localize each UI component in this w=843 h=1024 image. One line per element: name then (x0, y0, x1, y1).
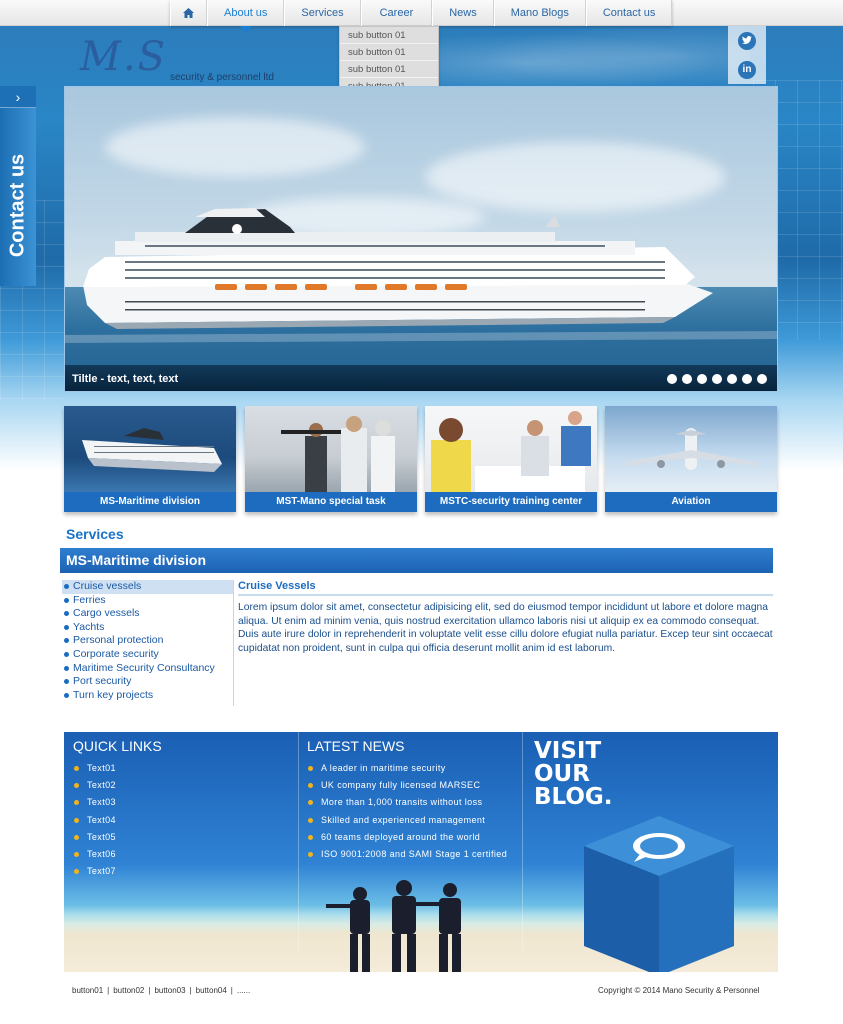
quick-link[interactable]: Text06 (73, 846, 162, 863)
services-heading: Services (66, 526, 124, 542)
hero-caption: Tiltle - text, text, text (72, 373, 179, 385)
nav-contact-us[interactable]: Contact us (585, 0, 673, 26)
service-item-personal-protection[interactable]: Personal protection (62, 634, 233, 648)
news-item[interactable]: UK company fully licensed MARSEC (307, 777, 507, 794)
news-item[interactable]: ISO 9001:2008 and SAMI Stage 1 certified (307, 846, 507, 863)
thumb-caption: MSTC-security training center (425, 492, 597, 512)
quick-link[interactable]: Text05 (73, 829, 162, 846)
slider-dot[interactable] (667, 374, 677, 384)
service-content: Cruise Vessels Lorem ipsum dolor sit ame… (238, 580, 773, 655)
home-icon (183, 8, 194, 18)
nav-news[interactable]: News (432, 0, 494, 26)
quick-link[interactable]: Text04 (73, 812, 162, 829)
soldiers-image (326, 880, 461, 972)
slider-dot[interactable] (682, 374, 692, 384)
slider-dot[interactable] (712, 374, 722, 384)
service-content-body: Lorem ipsum dolor sit amet, consectetur … (238, 602, 773, 654)
service-item-ferries[interactable]: Ferries (62, 594, 233, 608)
quick-links: QUICK LINKS Text01 Text02 Text03 Text04 … (73, 738, 162, 880)
separator: | (107, 986, 110, 995)
quick-link[interactable]: Text03 (73, 794, 162, 811)
blog-line: BLOG. (534, 784, 613, 810)
bottom-link-more[interactable]: ...... (237, 986, 250, 995)
site-logo[interactable]: M.S security & personnel ltd (80, 34, 300, 84)
linkedin-icon[interactable]: in (738, 60, 756, 79)
copyright-text: Copyright © 2014 Mano Security & Personn… (598, 986, 760, 995)
footer-panel: QUICK LINKS Text01 Text02 Text03 Text04 … (64, 732, 778, 972)
cruise-ship-image (65, 208, 777, 343)
training-image (425, 406, 597, 492)
bottom-links: button01 | button02 | button03 | button0… (72, 986, 250, 995)
social-links: in (728, 26, 766, 84)
dropdown-item[interactable]: sub button 01 (340, 27, 438, 44)
blog-line: VISIT (534, 738, 602, 764)
logo-mark: M.S (80, 34, 168, 80)
dropdown-item[interactable]: sub button 01 (340, 61, 438, 78)
maritime-image (64, 406, 236, 492)
separator: | (230, 986, 233, 995)
news-item[interactable]: A leader in maritime security (307, 760, 507, 777)
column-divider (298, 732, 299, 950)
logo-tagline: security & personnel ltd (170, 72, 274, 83)
nav-services[interactable]: Services (284, 0, 361, 26)
thumb-caption: MS-Maritime division (64, 492, 236, 512)
service-item-cruise-vessels[interactable]: Cruise vessels (62, 580, 233, 594)
quick-link[interactable]: Text01 (73, 760, 162, 777)
bottom-link-button02[interactable]: button02 (113, 986, 144, 995)
hero-slider[interactable]: Tiltle - text, text, text (64, 86, 778, 392)
bottom-link-button04[interactable]: button04 (196, 986, 227, 995)
nav-about-us[interactable]: About us (207, 0, 285, 33)
slider-dot[interactable] (727, 374, 737, 384)
latest-news: LATEST NEWS A leader in maritime securit… (307, 738, 507, 863)
service-item-maritime-consultancy[interactable]: Maritime Security Consultancy (62, 662, 233, 676)
news-item[interactable]: Skilled and experienced management (307, 812, 507, 829)
twitter-bird-icon (742, 36, 752, 44)
contact-us-label: Contact us (6, 153, 29, 258)
news-item[interactable]: More than 1,000 transits without loss (307, 794, 507, 811)
bottom-link-button01[interactable]: button01 (72, 986, 103, 995)
quick-link[interactable]: Text02 (73, 777, 162, 794)
nav-career[interactable]: Career (360, 0, 433, 26)
twitter-icon[interactable] (738, 31, 756, 50)
quick-link[interactable]: Text07 (73, 863, 162, 880)
latest-news-title: LATEST NEWS (307, 738, 405, 754)
thumb-training-center[interactable]: MSTC-security training center (425, 406, 597, 512)
blog-cube-icon[interactable] (584, 816, 734, 972)
slider-dot[interactable] (697, 374, 707, 384)
blog-line: OUR (534, 761, 590, 787)
column-divider (522, 732, 523, 950)
page: About us Services Career News Mano Blogs… (0, 0, 843, 1024)
special-task-image (245, 406, 417, 492)
service-item-corporate-security[interactable]: Corporate security (62, 648, 233, 662)
thumb-caption: MST-Mano special task (245, 492, 417, 512)
division-bar: MS-Maritime division (60, 548, 773, 573)
slider-dot[interactable] (742, 374, 752, 384)
slider-dot[interactable] (757, 374, 767, 384)
hero-caption-bar: Tiltle - text, text, text (65, 365, 777, 391)
contact-us-tab[interactable]: › Contact us (0, 86, 36, 286)
news-item[interactable]: 60 teams deployed around the world (307, 829, 507, 846)
thumb-special-task[interactable]: MST-Mano special task (245, 406, 417, 512)
separator: | (148, 986, 151, 995)
dropdown-item[interactable]: sub button 01 (340, 44, 438, 61)
visit-blog-link[interactable]: VISIT OUR BLOG. (534, 740, 613, 809)
services-list: Cruise vessels Ferries Cargo vessels Yac… (62, 580, 234, 706)
slider-dots (667, 374, 767, 384)
separator: | (189, 986, 192, 995)
nav-mano-blogs[interactable]: Mano Blogs (493, 0, 586, 26)
quick-links-title: QUICK LINKS (73, 738, 162, 754)
service-item-yachts[interactable]: Yachts (62, 621, 233, 635)
service-content-title: Cruise Vessels (238, 580, 773, 596)
bottom-link-button03[interactable]: button03 (154, 986, 185, 995)
home-button[interactable] (170, 0, 207, 26)
thumb-maritime[interactable]: MS-Maritime division (64, 406, 236, 512)
service-item-cargo-vessels[interactable]: Cargo vessels (62, 607, 233, 621)
thumb-aviation[interactable]: Aviation (605, 406, 777, 512)
aviation-image (605, 406, 777, 492)
service-item-port-security[interactable]: Port security (62, 675, 233, 689)
thumb-caption: Aviation (605, 492, 777, 512)
chevron-right-icon: › (0, 86, 36, 108)
main-nav: About us Services Career News Mano Blogs… (170, 0, 673, 33)
service-item-turn-key-projects[interactable]: Turn key projects (62, 689, 233, 703)
